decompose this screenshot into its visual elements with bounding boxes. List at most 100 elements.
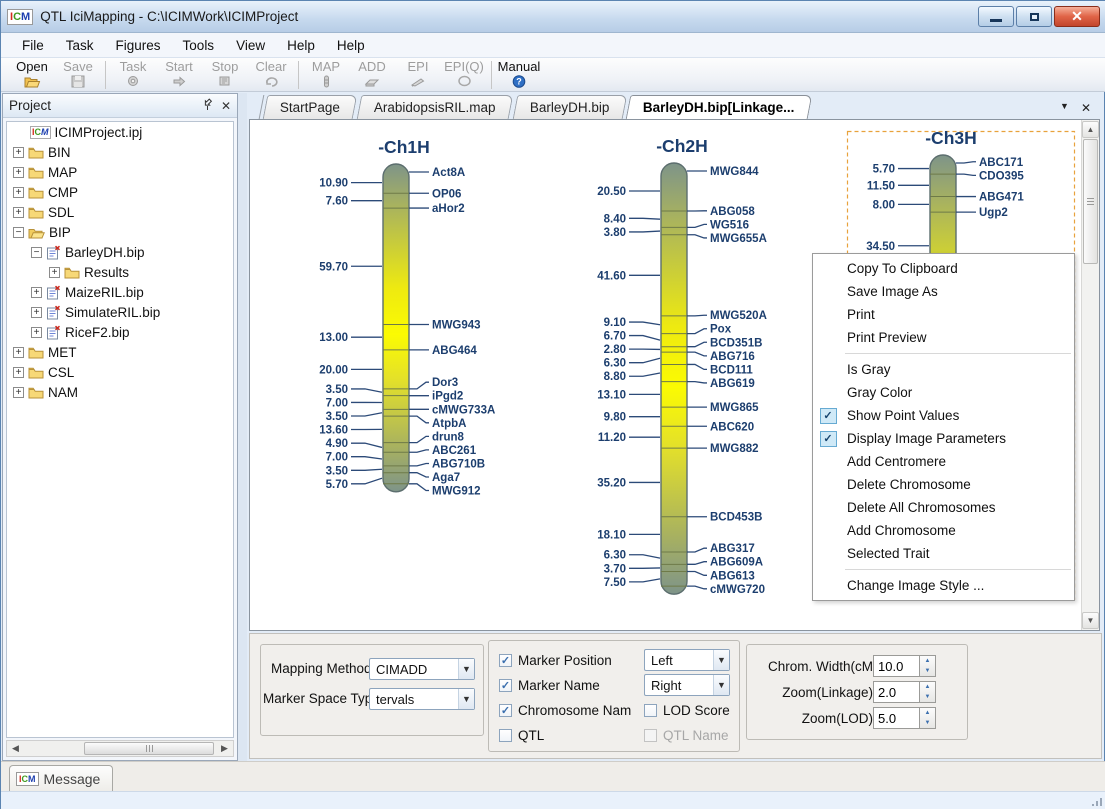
resize-grip[interactable] xyxy=(1092,798,1102,806)
panel-close-icon[interactable]: ✕ xyxy=(221,99,231,113)
zoom-linkage-input[interactable] xyxy=(873,681,919,703)
tree-item-sdl[interactable]: +SDL xyxy=(7,202,233,222)
expand-plus-icon[interactable]: + xyxy=(13,147,24,158)
lod-score-checkbox[interactable]: LOD Score xyxy=(644,703,730,718)
menu-task-1[interactable]: Task xyxy=(55,35,105,56)
expand-plus-icon[interactable]: + xyxy=(31,307,42,318)
marker-name-checkbox[interactable]: Marker Name xyxy=(499,678,600,693)
qtl-checkbox[interactable]: QTL xyxy=(499,728,544,743)
expand-plus-icon[interactable]: + xyxy=(49,267,60,278)
tree-item-bip[interactable]: −BIP xyxy=(7,222,233,242)
menuitem-print-preview[interactable]: Print Preview xyxy=(813,326,1074,349)
expand-plus-icon[interactable]: + xyxy=(13,367,24,378)
expand-plus-icon[interactable]: + xyxy=(13,207,24,218)
distance-label: 13.00 xyxy=(319,332,348,344)
expand-plus-icon[interactable]: + xyxy=(13,167,24,178)
menuitem-change-image-style[interactable]: Change Image Style ... xyxy=(813,574,1074,597)
menuitem-save-image-as[interactable]: Save Image As xyxy=(813,280,1074,303)
hscroll-thumb[interactable] xyxy=(84,742,214,755)
collapse-minus-icon[interactable]: − xyxy=(31,247,42,258)
marker-name-side-select[interactable]: Right ▼ xyxy=(644,674,730,696)
project-hscrollbar[interactable]: ◀ ▶ xyxy=(6,740,234,757)
chromosome-name-checkbox[interactable]: Chromosome Nam xyxy=(499,703,631,718)
message-tab[interactable]: ICM Message xyxy=(9,765,113,791)
expand-plus-icon[interactable]: + xyxy=(13,387,24,398)
tree-item-ricef2bip[interactable]: +RiceF2.bip xyxy=(7,322,233,342)
close-icon: ✕ xyxy=(1071,8,1083,25)
marker-leader-line xyxy=(409,463,429,465)
expand-plus-icon[interactable]: + xyxy=(31,287,42,298)
menuitem-show-point-values[interactable]: ✓Show Point Values xyxy=(813,404,1074,427)
tab-close-icon[interactable]: ✕ xyxy=(1081,101,1091,115)
tree-item-map[interactable]: +MAP xyxy=(7,162,233,182)
tree-item-label: CMP xyxy=(48,185,78,200)
menu-view-4[interactable]: View xyxy=(225,35,276,56)
menuitem-add-centromere[interactable]: Add Centromere xyxy=(813,450,1074,473)
collapse-minus-icon[interactable]: − xyxy=(13,227,24,238)
panel-splitter[interactable] xyxy=(238,93,247,761)
tab-startpage[interactable]: StartPage xyxy=(263,95,358,119)
marker-label: ABG716 xyxy=(710,351,755,363)
marker-position-side-select[interactable]: Left ▼ xyxy=(644,649,730,671)
tree-item-maizerilbip[interactable]: +MaizeRIL.bip xyxy=(7,282,233,302)
scroll-down-icon[interactable]: ▼ xyxy=(1082,612,1099,629)
menu-figures-2[interactable]: Figures xyxy=(105,35,172,56)
minimize-button[interactable] xyxy=(978,6,1014,27)
menuitem-selected-trait[interactable]: Selected Trait xyxy=(813,542,1074,565)
menuitem-is-gray[interactable]: Is Gray xyxy=(813,358,1074,381)
menuitem-delete-chromosome[interactable]: Delete Chromosome xyxy=(813,473,1074,496)
expand-plus-icon[interactable]: + xyxy=(13,347,24,358)
spinner-buttons[interactable]: ▲▼ xyxy=(919,655,936,677)
folder-icon xyxy=(28,166,44,179)
menu-help-6[interactable]: Help xyxy=(326,35,376,56)
scroll-left-icon[interactable]: ◀ xyxy=(7,741,24,756)
marker-position-checkbox[interactable]: Marker Position xyxy=(499,653,612,668)
menuitem-display-image-parameters[interactable]: ✓Display Image Parameters xyxy=(813,427,1074,450)
chrom-width-input[interactable] xyxy=(873,655,919,677)
menuitem-print[interactable]: Print xyxy=(813,303,1074,326)
marker-leader-line xyxy=(956,174,976,175)
distance-label: 4.90 xyxy=(326,438,348,450)
tab-list-chevron-icon[interactable]: ▼ xyxy=(1060,101,1069,115)
tab-arabidopsisrilmap[interactable]: ArabidopsisRIL.map xyxy=(357,95,513,119)
spinner-buttons[interactable]: ▲▼ xyxy=(919,707,936,729)
tree-item-nam[interactable]: +NAM xyxy=(7,382,233,402)
open-button[interactable]: Open xyxy=(9,59,55,93)
close-button[interactable]: ✕ xyxy=(1054,6,1100,27)
tree-item-csl[interactable]: +CSL xyxy=(7,362,233,382)
tree-item-met[interactable]: +MET xyxy=(7,342,233,362)
menuitem-add-chromosome[interactable]: Add Chromosome xyxy=(813,519,1074,542)
tab-barleydhbiplinkage[interactable]: BarleyDH.bip[Linkage... xyxy=(626,95,812,119)
tree-item-icimprojectipj[interactable]: ICMICIMProject.ipj xyxy=(7,122,233,142)
manual-button[interactable]: Manual? xyxy=(496,59,542,93)
tree-item-results[interactable]: +Results xyxy=(7,262,233,282)
distance-leader-line xyxy=(629,555,660,558)
spinner-buttons[interactable]: ▲▼ xyxy=(919,681,936,703)
expand-plus-icon[interactable]: + xyxy=(31,327,42,338)
chart-vscrollbar[interactable]: ▲ ▼ xyxy=(1081,120,1099,630)
menuitem-copy-to-clipboard[interactable]: Copy To Clipboard xyxy=(813,257,1074,280)
menuitem-delete-all-chromosomes[interactable]: Delete All Chromosomes xyxy=(813,496,1074,519)
tab-barleydhbip[interactable]: BarleyDH.bip xyxy=(512,95,626,119)
menu-help-5[interactable]: Help xyxy=(276,35,326,56)
menu-tools-3[interactable]: Tools xyxy=(172,35,226,56)
scroll-up-icon[interactable]: ▲ xyxy=(1082,121,1099,138)
marker-space-select[interactable]: tervals ▼ xyxy=(369,688,475,710)
tree-item-bin[interactable]: +BIN xyxy=(7,142,233,162)
maximize-button[interactable] xyxy=(1016,6,1052,27)
tree-item-barleydhbip[interactable]: −BarleyDH.bip xyxy=(7,242,233,262)
linkage-map-canvas[interactable]: -Ch1HAct8AOP06aHor2MWG943ABG464Dor3iPgd2… xyxy=(249,119,1100,631)
tree-item-simulaterilbip[interactable]: +SimulateRIL.bip xyxy=(7,302,233,322)
hscroll-track[interactable] xyxy=(24,741,216,756)
zoom-lod-input[interactable] xyxy=(873,707,919,729)
scroll-right-icon[interactable]: ▶ xyxy=(216,741,233,756)
expand-plus-icon[interactable]: + xyxy=(13,187,24,198)
mapping-method-select[interactable]: CIMADD ▼ xyxy=(369,658,475,680)
vscroll-thumb[interactable] xyxy=(1083,139,1098,264)
manual-help-icon: ? xyxy=(512,74,526,93)
pin-icon[interactable] xyxy=(202,98,213,113)
menuitem-gray-color[interactable]: Gray Color xyxy=(813,381,1074,404)
distance-label: 8.80 xyxy=(604,371,626,383)
menu-file-0[interactable]: File xyxy=(11,35,55,56)
tree-item-cmp[interactable]: + CMP xyxy=(7,182,233,202)
